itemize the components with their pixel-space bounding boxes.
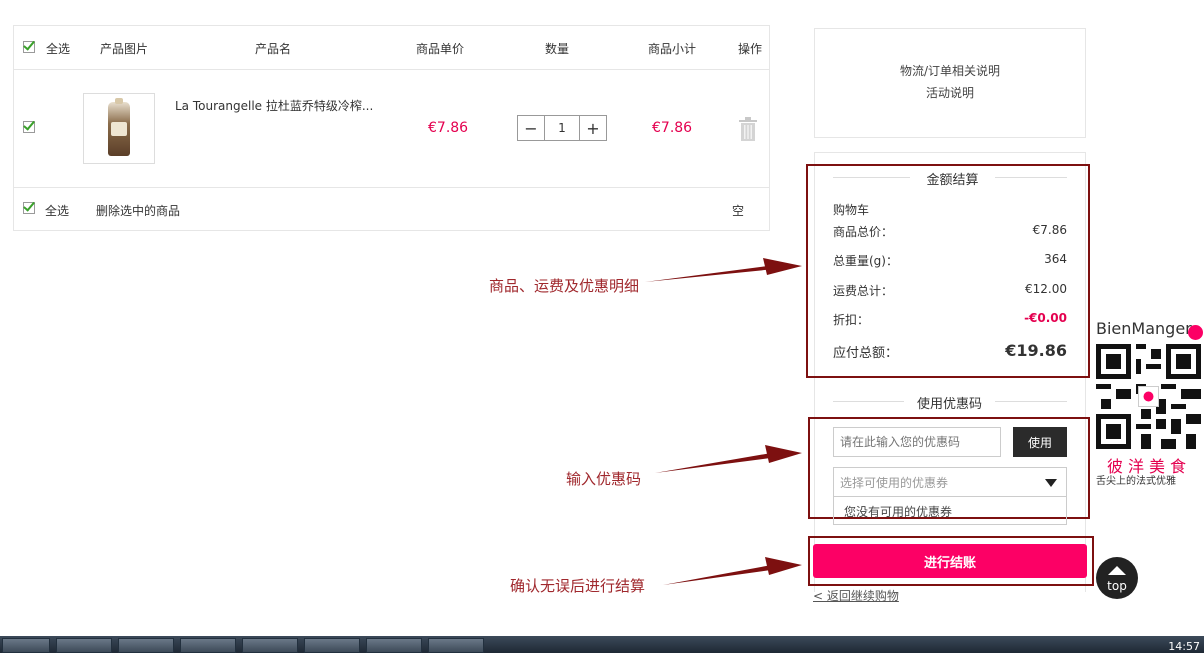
weight-label: 总重量(g)：: [833, 254, 898, 268]
brand-slogan: 舌尖上的法式优雅: [1096, 476, 1176, 487]
header-image: 产品图片: [100, 42, 149, 56]
brand-logo-text: BienManger: [1096, 319, 1192, 338]
use-coupon-button[interactable]: 使用: [1013, 427, 1067, 457]
taskbar-onenote-icon[interactable]: [118, 638, 174, 653]
discount-value: -€0.00: [1024, 311, 1067, 325]
brand-dot-icon: [1188, 325, 1203, 340]
brand-logo: BienManger: [1096, 319, 1192, 338]
arrow-icon: [655, 445, 802, 473]
coupon-input[interactable]: [833, 427, 1001, 457]
product-image[interactable]: [83, 93, 155, 164]
product-name[interactable]: La Tourangelle 拉杜蓝乔特级冷榨...: [175, 97, 373, 114]
increase-button[interactable]: +: [580, 116, 606, 140]
goods-total-value: €7.86: [1032, 223, 1067, 237]
shipping-label: 运费总计：: [833, 284, 894, 298]
annotation-summary: 商品、运费及优惠明细: [489, 277, 640, 295]
goods-total-label: 商品总价：: [833, 225, 894, 239]
divider: [14, 187, 770, 188]
empty-cart-link[interactable]: 空: [732, 202, 744, 219]
delete-selected-link[interactable]: 删除选中的商品: [96, 202, 180, 219]
trash-icon[interactable]: [738, 117, 758, 141]
chevron-down-icon: [1045, 479, 1057, 487]
top-label: top: [1107, 579, 1127, 593]
taskbar-pdf-icon[interactable]: [304, 638, 360, 653]
taskbar-notepad-icon[interactable]: [366, 638, 422, 653]
decrease-button[interactable]: −: [518, 116, 544, 140]
header-unit-price: 商品单价: [416, 42, 465, 56]
divider: [995, 401, 1067, 402]
item-subtotal: €7.86: [652, 120, 693, 136]
promotion-info-link[interactable]: 活动说明: [814, 82, 1086, 104]
select-all-label: 全选: [46, 42, 71, 56]
annotation-checkout: 确认无误后进行结算: [510, 577, 646, 595]
coupon-title: 使用优惠码: [916, 397, 982, 412]
header-action: 操作: [738, 42, 763, 56]
checkout-button[interactable]: 进行结账: [813, 544, 1087, 578]
coupon-option[interactable]: 您没有可用的优惠券: [833, 497, 1067, 525]
total-value: €19.86: [1005, 341, 1067, 360]
shipping-info-link[interactable]: 物流/订单相关说明: [814, 60, 1086, 82]
continue-shopping-link[interactable]: < 返回继续购物: [813, 587, 899, 604]
divider: [833, 177, 910, 178]
qr-code-icon: [1096, 344, 1201, 449]
total-label: 应付总额：: [833, 346, 899, 361]
divider: [833, 401, 904, 402]
divider: [14, 69, 770, 70]
divider: [995, 177, 1067, 178]
select-all-checkbox[interactable]: [23, 41, 35, 53]
footer-select-all-checkbox[interactable]: [23, 202, 35, 214]
taskbar-word-icon[interactable]: [428, 638, 484, 653]
taskbar-clock: 14:57: [1168, 640, 1200, 653]
weight-value: 364: [1044, 252, 1067, 266]
taskbar-explorer-icon[interactable]: [2, 638, 50, 653]
arrow-icon: [663, 557, 802, 585]
taskbar-excel-icon[interactable]: [180, 638, 236, 653]
unit-price: €7.86: [428, 120, 469, 136]
footer-select-all-label: 全选: [45, 204, 70, 218]
header-quantity: 数量: [545, 42, 570, 56]
discount-label: 折扣：: [833, 313, 870, 327]
taskbar-chrome-icon[interactable]: [242, 638, 298, 653]
shipping-value: €12.00: [1025, 282, 1067, 296]
header-name: 产品名: [255, 42, 292, 56]
taskbar-app-icon[interactable]: [56, 638, 112, 653]
annotation-coupon: 输入优惠码: [566, 470, 642, 488]
back-to-top-button[interactable]: top: [1096, 557, 1138, 599]
quantity-stepper: − 1 +: [517, 115, 607, 141]
bottle-image: [108, 98, 130, 156]
coupon-select[interactable]: 选择可使用的优惠券: [833, 467, 1067, 497]
arrow-icon: [645, 258, 802, 282]
header-subtotal: 商品小计: [648, 42, 697, 56]
item-checkbox[interactable]: [23, 121, 35, 133]
quantity-value[interactable]: 1: [544, 116, 580, 140]
coupon-select-value: 选择可使用的优惠券: [840, 475, 949, 490]
summary-title: 金额结算: [926, 173, 979, 188]
cart-label: 购物车: [833, 203, 870, 217]
